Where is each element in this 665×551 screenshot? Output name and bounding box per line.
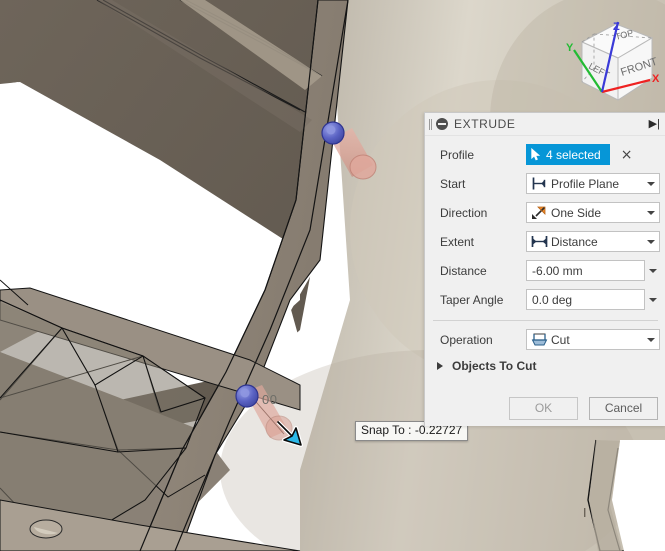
bolt-hole <box>29 519 63 539</box>
chevron-down-icon[interactable] <box>643 338 659 342</box>
distance-input[interactable]: -6.00 mm <box>526 260 645 281</box>
view-cube[interactable]: TOP LEFT FRONT X Y Z <box>560 4 665 109</box>
chevron-right-icon[interactable] <box>437 362 443 370</box>
label-operation: Operation <box>440 332 493 347</box>
row-taper-angle: Taper Angle 0.0 deg <box>425 285 665 314</box>
cursor-select-icon <box>531 148 541 161</box>
profile-plane-icon <box>529 177 549 190</box>
objects-to-cut-label: Objects To Cut <box>452 359 537 373</box>
row-profile: Profile 4 selected × <box>425 140 665 169</box>
operation-dropdown[interactable]: Cut <box>526 329 660 350</box>
dimension-preview-label: 00 <box>262 392 278 407</box>
dock-right-icon[interactable]: ▶| <box>649 118 662 130</box>
row-extent: Extent Distance <box>425 227 665 256</box>
chevron-down-icon[interactable] <box>643 211 659 215</box>
one-side-arrow-icon <box>529 206 549 220</box>
label-distance: Distance <box>440 263 487 278</box>
section-divider <box>433 320 658 321</box>
dialog-title: EXTRUDE <box>454 117 516 131</box>
clear-selection-icon[interactable]: × <box>621 148 633 162</box>
operation-value: Cut <box>551 332 570 347</box>
direction-value: One Side <box>551 205 602 220</box>
label-start: Start <box>440 176 466 191</box>
row-start: Start Profile Plane <box>425 169 665 198</box>
distance-measure-icon <box>529 235 549 248</box>
minus-circle-icon[interactable] <box>436 118 448 130</box>
row-operation: Operation Cut <box>425 325 665 354</box>
direction-dropdown[interactable]: One Side <box>526 202 660 223</box>
label-taper-angle: Taper Angle <box>440 292 504 307</box>
start-dropdown[interactable]: Profile Plane <box>526 173 660 194</box>
ok-button[interactable]: OK <box>509 396 578 420</box>
extrude-dialog[interactable]: EXTRUDE ▶| Profile 4 selected × Start Pr… <box>424 112 665 426</box>
dialog-titlebar[interactable]: EXTRUDE ▶| <box>425 113 665 136</box>
label-direction: Direction <box>440 205 488 220</box>
taper-angle-dropdown-icon[interactable] <box>645 298 660 302</box>
row-distance: Distance -6.00 mm <box>425 256 665 285</box>
label-extent: Extent <box>440 234 475 249</box>
extent-value: Distance <box>551 234 598 249</box>
cut-operation-icon <box>529 332 549 347</box>
axis-label-x: X <box>652 73 660 85</box>
distance-dropdown-icon[interactable] <box>645 269 660 273</box>
objects-to-cut-section[interactable]: Objects To Cut <box>425 354 665 378</box>
chevron-down-icon[interactable] <box>643 182 659 186</box>
axis-label-z: Z <box>613 21 620 33</box>
cancel-button[interactable]: Cancel <box>589 396 658 420</box>
dialog-footer: OK Cancel <box>425 390 665 426</box>
taper-angle-input[interactable]: 0.0 deg <box>526 289 645 310</box>
app-root: 00 TOP LEFT FRONT X Y Z Snap To : -0.227… <box>0 0 665 551</box>
axis-label-y: Y <box>566 42 574 54</box>
chevron-down-icon[interactable] <box>643 240 659 244</box>
profile-selection-count: 4 selected <box>546 147 601 162</box>
extent-dropdown[interactable]: Distance <box>526 231 660 252</box>
drag-grip-icon[interactable] <box>427 118 434 131</box>
label-profile: Profile <box>440 147 475 162</box>
profile-selection-button[interactable]: 4 selected <box>526 144 610 165</box>
row-direction: Direction One Side <box>425 198 665 227</box>
start-value: Profile Plane <box>551 176 620 191</box>
dialog-body: Profile 4 selected × Start Profile Plane… <box>425 136 665 426</box>
